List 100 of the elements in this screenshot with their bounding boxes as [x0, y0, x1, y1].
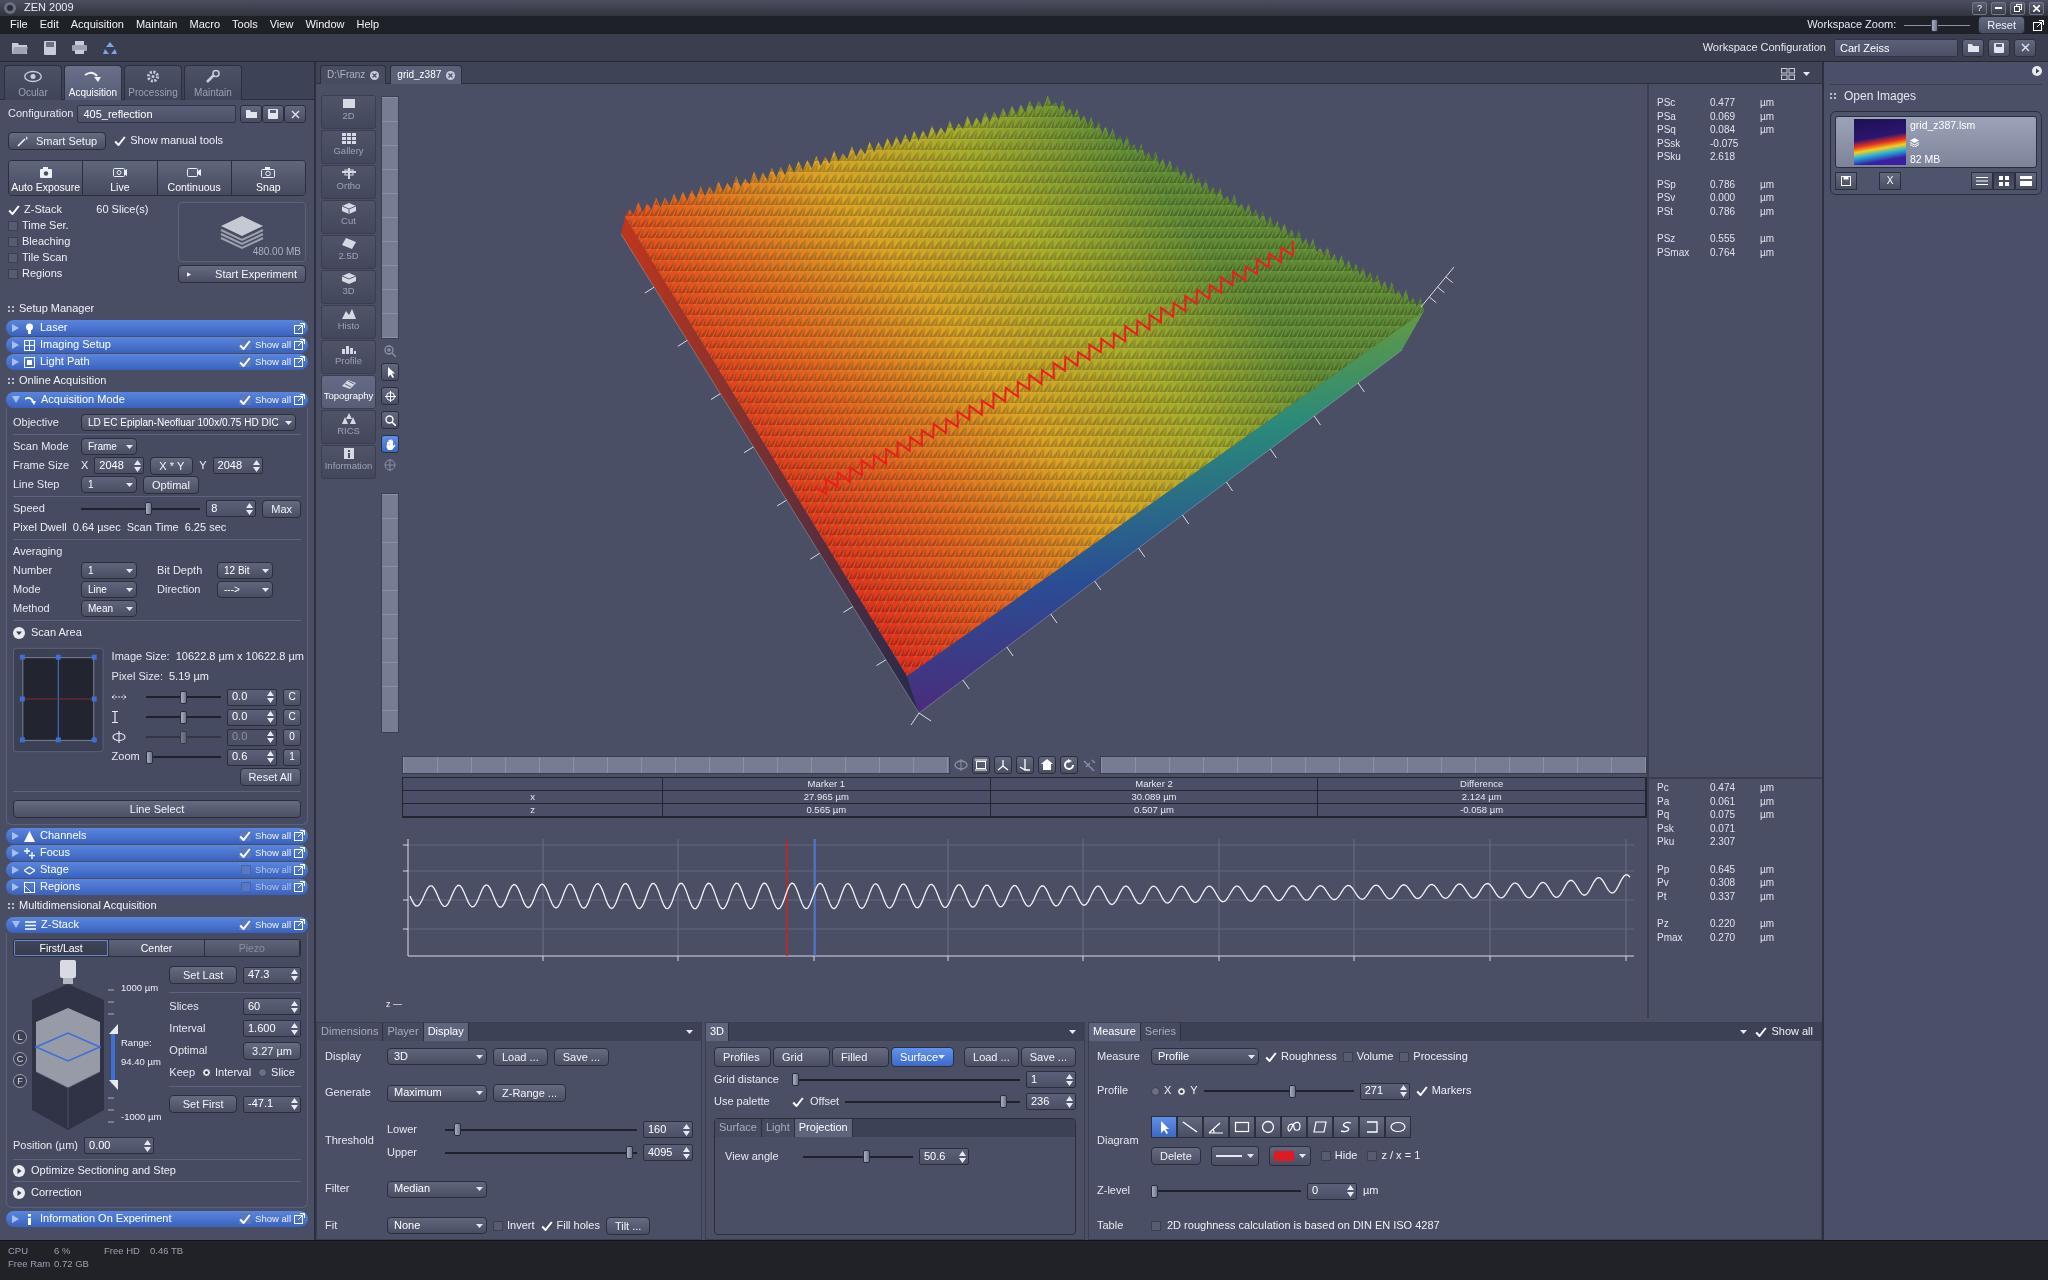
- view-mode-button[interactable]: [2015, 172, 2037, 191]
- view-control-button[interactable]: [1015, 756, 1034, 774]
- drawing-tool-button[interactable]: [1385, 1116, 1411, 1138]
- spin-box[interactable]: 8: [206, 500, 257, 517]
- tool-button[interactable]: [381, 411, 399, 429]
- close-button[interactable]: [2014, 38, 2036, 57]
- tab[interactable]: Maintain: [184, 65, 242, 100]
- close-button[interactable]: [284, 105, 306, 123]
- configuration-field[interactable]: 405_reflection: [77, 105, 236, 123]
- action-button[interactable]: Snap: [231, 161, 305, 195]
- save-button[interactable]: [262, 105, 284, 123]
- view-mode-button[interactable]: [1993, 172, 2015, 191]
- menu-item[interactable]: Tools: [226, 18, 264, 32]
- spin-box[interactable]: 0.0: [227, 708, 277, 726]
- mode-button[interactable]: Grid: [773, 1047, 831, 1067]
- folder-icon[interactable]: [12, 41, 28, 54]
- spin-box[interactable]: 2048: [212, 457, 263, 474]
- caret-icon[interactable]: [686, 1030, 693, 1034]
- document-tab[interactable]: grid_z387: [390, 65, 463, 84]
- menu-item[interactable]: Macro: [183, 18, 227, 32]
- help-button[interactable]: ?: [1972, 1, 1987, 15]
- button[interactable]: Optimal: [143, 475, 199, 494]
- view-tab[interactable]: Histo: [321, 305, 376, 339]
- configuration-field[interactable]: Carl Zeiss: [1834, 38, 1958, 57]
- triangles-icon[interactable]: [103, 40, 117, 55]
- checkbox[interactable]: [493, 1220, 503, 1231]
- dropdown[interactable]: LD EC Epiplan-Neofluar 100x/0.75 HD DIC: [81, 414, 296, 431]
- button[interactable]: X * Y: [150, 456, 194, 475]
- drawing-tool-button[interactable]: [1333, 1116, 1359, 1138]
- spin-box[interactable]: 50.6: [919, 1148, 969, 1165]
- tab[interactable]: Ocular: [4, 65, 62, 100]
- menu-item[interactable]: Help: [350, 18, 386, 32]
- slider-thumb[interactable]: [454, 1123, 462, 1136]
- image-list-item[interactable]: grid_z387.lsm 82 MB: [1835, 116, 2037, 169]
- save-button[interactable]: [1988, 38, 2010, 57]
- tool-header-bar[interactable]: Regions Show all: [6, 879, 308, 895]
- marker-button[interactable]: F: [13, 1074, 27, 1088]
- spin-box[interactable]: 60: [243, 998, 301, 1015]
- restore-button[interactable]: [2010, 1, 2025, 15]
- slider-thumb[interactable]: [179, 690, 187, 704]
- slider-thumb[interactable]: [145, 750, 153, 764]
- drawing-tool-button[interactable]: [1255, 1116, 1281, 1138]
- reset-value-button[interactable]: C: [283, 708, 301, 726]
- close-button[interactable]: X: [1879, 172, 1901, 191]
- button[interactable]: Z-Range ...: [493, 1084, 567, 1102]
- checkbox[interactable]: [241, 882, 252, 892]
- action-button[interactable]: Continuous: [157, 161, 232, 195]
- action-button[interactable]: Live: [83, 161, 158, 195]
- drawing-tool-button[interactable]: [1203, 1116, 1229, 1138]
- thumbwheel[interactable]: [381, 96, 399, 339]
- color-dropdown[interactable]: [1268, 1146, 1311, 1166]
- tool-header-bar[interactable]: Laser: [6, 320, 308, 336]
- checkbox[interactable]: [8, 269, 18, 279]
- view-tab[interactable]: Ortho: [321, 165, 376, 199]
- view-tab[interactable]: Information: [321, 445, 376, 479]
- view-mode-button[interactable]: [1971, 172, 1993, 191]
- tab[interactable]: Player: [383, 1023, 424, 1041]
- view-tab[interactable]: 3D: [321, 270, 376, 304]
- spin-box[interactable]: 0.6: [227, 748, 277, 766]
- zoom-in-icon[interactable]: [384, 345, 396, 357]
- dropdown[interactable]: Median: [387, 1180, 487, 1198]
- dropdown[interactable]: Maximum: [387, 1084, 487, 1102]
- button[interactable]: Max: [262, 499, 301, 518]
- marker-button[interactable]: C: [13, 1052, 27, 1066]
- tab[interactable]: Acquisition: [64, 65, 122, 100]
- close-button[interactable]: [2029, 1, 2044, 15]
- reset-button[interactable]: Reset: [1978, 16, 2025, 34]
- rotation-icon[interactable]: [953, 759, 968, 771]
- dropdown[interactable]: Line: [81, 581, 137, 598]
- view-tab[interactable]: Profile: [321, 340, 376, 374]
- open-button[interactable]: [1962, 38, 1984, 57]
- document-tab[interactable]: D:\Franz: [320, 65, 387, 84]
- tab[interactable]: Series: [1140, 1023, 1181, 1041]
- slider-thumb[interactable]: [1930, 18, 1938, 32]
- slider-thumb[interactable]: [1289, 1084, 1297, 1098]
- radio-button[interactable]: [202, 1068, 212, 1077]
- dropdown[interactable]: 3D: [387, 1048, 487, 1065]
- marker-button[interactable]: L: [13, 1030, 27, 1044]
- set-first-button[interactable]: Set First: [169, 1095, 237, 1113]
- button[interactable]: Load ...: [493, 1047, 548, 1066]
- view-control-button[interactable]: [993, 756, 1012, 774]
- minimize-button[interactable]: [1991, 1, 2006, 15]
- dropdown[interactable]: Profile: [1151, 1048, 1259, 1065]
- button[interactable]: Tilt ...: [605, 1216, 651, 1235]
- line-style-dropdown[interactable]: [1210, 1146, 1259, 1166]
- reset-value-button[interactable]: 1: [283, 748, 301, 766]
- view-control-button[interactable]: [971, 756, 990, 774]
- drawing-tool-button[interactable]: [1177, 1116, 1203, 1138]
- spin-box[interactable]: 1: [1026, 1071, 1076, 1088]
- checkbox[interactable]: [1399, 1051, 1410, 1062]
- tab[interactable]: Center: [109, 940, 205, 956]
- save-button[interactable]: [1835, 172, 1857, 191]
- reset-all-button[interactable]: Reset All: [239, 768, 301, 786]
- tab[interactable]: First/Last: [14, 940, 110, 956]
- thumbwheel[interactable]: [381, 493, 399, 733]
- set-last-button[interactable]: Set Last: [169, 966, 237, 984]
- spin-box[interactable]: 0.00: [84, 1137, 155, 1154]
- start-experiment-button[interactable]: Start Experiment: [178, 265, 306, 283]
- drawing-tool-button[interactable]: [1229, 1116, 1255, 1138]
- delete-button[interactable]: Delete: [1151, 1147, 1201, 1165]
